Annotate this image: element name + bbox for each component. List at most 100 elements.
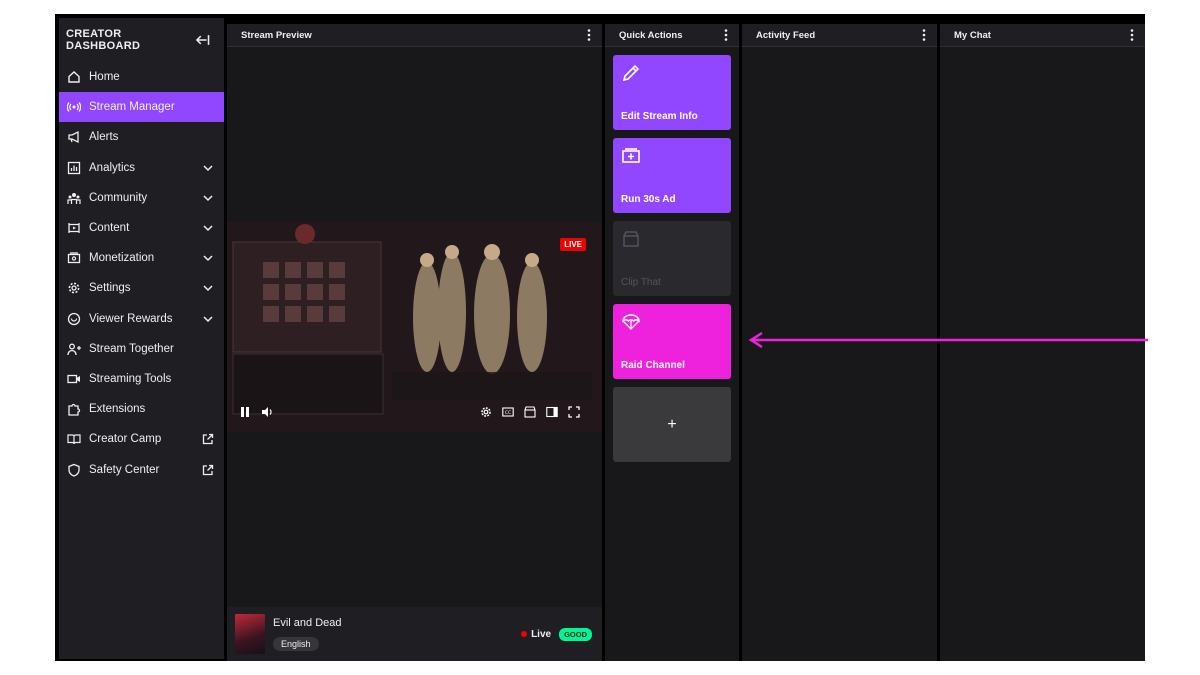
sidebar-item-label: Viewer Rewards [89,312,173,325]
shield-icon [68,463,80,477]
pencil-icon [622,64,640,82]
video-controls: CC [227,404,602,420]
run-ad-button[interactable]: Run 30s Ad [613,138,731,213]
sidebar-item-stream-manager[interactable]: Stream Manager [59,92,224,123]
stream-video-player[interactable]: LIVE CC [227,222,602,432]
sidebar-item-label: Settings [89,282,131,295]
sidebar-header: CREATOR DASHBOARD [59,18,224,62]
sidebar-item-label: Analytics [89,161,136,174]
chevron-down-icon[interactable] [202,222,214,234]
sidebar-item-label: Content [89,222,130,235]
sidebar: CREATOR DASHBOARD Home Stream Manager Al… [59,18,224,659]
panel-header: My Chat [940,24,1145,47]
sidebar-item-label: Alerts [89,131,119,144]
svg-text:CC: CC [505,410,511,416]
sidebar-item-label: Stream Together [89,342,174,355]
stream-preview-panel: Stream Preview LIVE CC Evil and Dead Eng… [227,24,602,661]
tile-label: Clip That [621,277,661,288]
collapse-sidebar-icon[interactable] [195,32,210,48]
theatre-mode-icon[interactable] [546,406,558,418]
camera-icon [67,374,80,384]
sidebar-item-extensions[interactable]: Extensions [59,394,224,424]
sidebar-item-label: Creator Camp [89,433,162,446]
home-icon [68,71,80,83]
sidebar-item-streaming-tools[interactable]: Streaming Tools [59,364,224,394]
sidebar-item-label: Streaming Tools [89,372,172,385]
clip-icon[interactable] [524,406,536,418]
external-link-icon [202,434,214,445]
quick-actions-panel: Quick Actions Edit Stream Info Run 30s A… [605,24,739,661]
panel-title: Activity Feed [756,29,816,41]
sidebar-item-creator-camp[interactable]: Creator Camp [59,424,224,454]
more-options-icon[interactable] [919,28,929,42]
panel-title: My Chat [954,29,991,41]
sidebar-item-label: Home [89,71,120,84]
add-quick-action-button[interactable]: + [613,387,731,462]
stream-info-bar: Evil and Dead English Live GOOD [227,607,602,661]
edit-stream-info-button[interactable]: Edit Stream Info [613,55,731,130]
gear-icon [68,283,80,294]
captions-icon[interactable]: CC [502,406,514,418]
fullscreen-icon[interactable] [568,406,580,418]
book-icon [67,434,81,445]
sidebar-item-viewer-rewards[interactable]: Viewer Rewards [59,304,224,334]
chevron-down-icon[interactable] [202,313,214,325]
external-link-icon [202,464,214,475]
tile-label: Edit Stream Info [621,111,698,122]
monetization-icon [67,252,81,264]
more-options-icon[interactable] [584,28,594,42]
clip-that-button[interactable]: Clip That [613,221,731,296]
community-icon [67,192,81,204]
gear-icon[interactable] [480,406,492,418]
sidebar-item-monetization[interactable]: Monetization [59,243,224,273]
chevron-down-icon[interactable] [202,192,214,204]
volume-icon[interactable] [261,406,273,418]
game-title[interactable]: Evil and Dead [273,617,521,629]
panel-title: Quick Actions [619,29,683,41]
chevron-down-icon[interactable] [202,252,214,264]
rewards-icon [67,312,81,325]
sidebar-item-label: Stream Manager [89,101,175,114]
pause-icon[interactable] [239,406,251,418]
more-options-icon[interactable] [1127,28,1137,42]
panel-header: Quick Actions [605,24,739,47]
tile-label: Run 30s Ad [621,194,676,205]
megaphone-icon [68,131,79,144]
live-badge: LIVE [560,238,586,251]
add-user-icon [67,343,81,355]
ad-icon [622,148,640,163]
sidebar-item-home[interactable]: Home [59,62,224,92]
plus-icon: + [667,415,677,433]
panel-header: Activity Feed [742,24,937,47]
chevron-down-icon[interactable] [202,282,214,294]
raid-channel-button[interactable]: Raid Channel [613,304,731,379]
game-scene-image [227,222,602,432]
panel-title: Stream Preview [241,29,312,41]
live-indicator-dot [521,631,528,637]
tile-label: Raid Channel [621,360,685,371]
live-status: Live [531,628,552,640]
sidebar-item-analytics[interactable]: Analytics [59,153,224,183]
parachute-icon [622,314,640,330]
puzzle-icon [68,404,81,416]
chevron-down-icon[interactable] [202,162,214,174]
sidebar-item-safety-center[interactable]: Safety Center [59,454,224,484]
sidebar-item-alerts[interactable]: Alerts [59,122,224,152]
clip-icon [623,231,639,247]
game-meta: Evil and Dead English [273,617,521,652]
sidebar-item-content[interactable]: Content [59,213,224,243]
sidebar-item-label: Safety Center [89,463,160,476]
stream-health-badge: GOOD [559,627,592,641]
sidebar-item-label: Community [89,191,148,204]
game-box-art[interactable] [235,614,265,654]
language-tag[interactable]: English [273,636,319,651]
broadcast-icon [67,102,81,113]
analytics-icon [67,161,81,174]
content-icon [68,223,80,234]
sidebar-item-community[interactable]: Community [59,183,224,213]
sidebar-item-stream-together[interactable]: Stream Together [59,334,224,364]
sidebar-item-settings[interactable]: Settings [59,273,224,303]
annotation-arrow [748,331,1148,349]
more-options-icon[interactable] [721,28,731,42]
panel-header: Stream Preview [227,24,602,47]
